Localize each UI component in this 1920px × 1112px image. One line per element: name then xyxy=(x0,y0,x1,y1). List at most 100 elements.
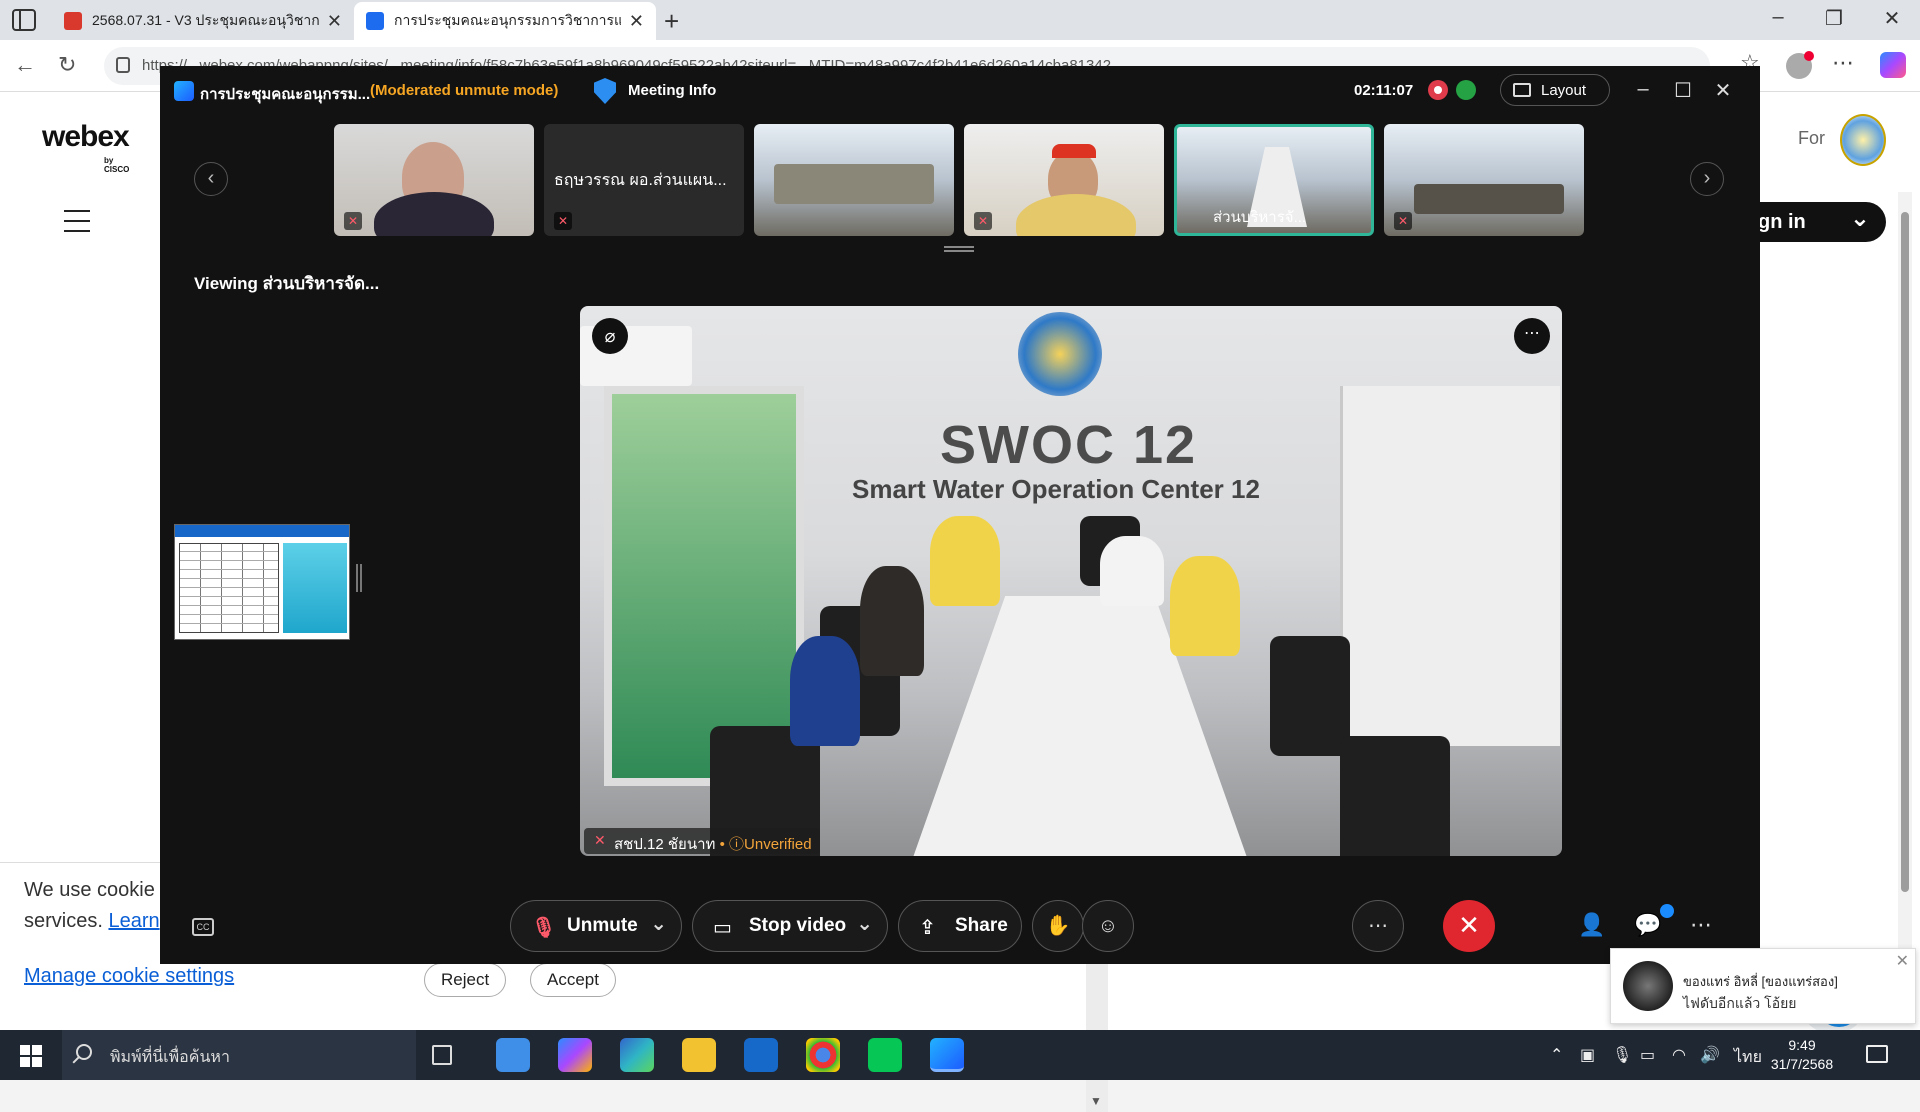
participant-name: ส่วนบริหารจั... xyxy=(1213,209,1307,226)
chat-icon[interactable]: 💬 xyxy=(1634,912,1661,938)
cisco-sublogo: by CISCO xyxy=(104,156,130,174)
tab-webex-meeting[interactable]: การประชุมคณะอนุกรรมการวิชาการและ ✕ xyxy=(354,2,656,40)
wifi-icon[interactable]: ◠ xyxy=(1672,1045,1686,1065)
store-app-icon[interactable] xyxy=(496,1038,530,1072)
reject-button[interactable]: Reject xyxy=(424,963,507,997)
accept-button[interactable]: Accept xyxy=(530,963,616,997)
more-menu-icon[interactable]: ⋯ xyxy=(1832,50,1854,76)
unmute-button[interactable]: 🎙 Unmute ⌄ xyxy=(510,900,682,952)
participant-thumbnail[interactable]: ✕ xyxy=(334,124,534,236)
edge-app-icon[interactable] xyxy=(620,1038,654,1072)
main-video-stage[interactable]: SWOC 12 Smart Water Operation Center 12 … xyxy=(580,306,1562,856)
layout-button[interactable]: Layout xyxy=(1500,74,1610,106)
wall-sign-title: SWOC 12 xyxy=(940,415,1198,475)
share-icon: ⇪ xyxy=(919,917,936,939)
active-speaker-label: ✕ สชป.12 ชัยนาท • ⓘUnverified xyxy=(584,828,820,854)
menu-icon[interactable] xyxy=(64,210,90,240)
tab-title: การประชุมคณะอนุกรรมการวิชาการและ xyxy=(394,12,621,28)
tab-close-icon[interactable]: ✕ xyxy=(629,11,644,32)
room-table xyxy=(774,164,934,204)
webex-app-icon xyxy=(174,81,194,101)
new-tab-button[interactable]: + xyxy=(664,6,679,37)
participant-body xyxy=(374,192,494,236)
meeting-info-button[interactable]: Meeting Info xyxy=(628,82,716,99)
sign-in-button[interactable]: gn in xyxy=(1740,202,1886,242)
shared-content-thumbnail[interactable] xyxy=(174,524,350,640)
taskbar-search[interactable]: พิมพ์ที่นี่เพื่อค้นหา xyxy=(62,1030,416,1080)
strip-prev-button[interactable]: ‹ xyxy=(194,162,228,196)
copilot-icon[interactable] xyxy=(1880,52,1906,78)
back-icon[interactable]: ← xyxy=(14,52,36,78)
wall-emblem xyxy=(1018,312,1102,396)
language-indicator[interactable]: ไทย xyxy=(1734,1045,1762,1070)
webex-meeting-window: การประชุมคณะอนุกรรม... (Moderated unmute… xyxy=(160,66,1760,964)
recording-icon[interactable] xyxy=(1428,80,1448,100)
video-more-options-icon[interactable]: ⋯ xyxy=(1514,318,1550,354)
stop-video-button[interactable]: ▭ Stop video ⌄ xyxy=(692,900,888,952)
tab-pdf-document[interactable]: 2568.07.31 - V3 ประชุมคณะอนุวิชาการ ✕ xyxy=(52,2,354,40)
reactions-button[interactable]: ☺ xyxy=(1082,900,1134,952)
strip-next-button[interactable]: › xyxy=(1690,162,1724,196)
viewing-label: Viewing ส่วนบริหารจัด... xyxy=(194,274,380,293)
battery-icon[interactable]: ▭ xyxy=(1640,1045,1655,1065)
shield-icon[interactable] xyxy=(594,78,616,104)
line-app-icon[interactable] xyxy=(868,1038,902,1072)
tab-actions-icon[interactable] xyxy=(12,9,36,31)
reload-icon[interactable]: ↻ xyxy=(58,52,76,78)
webex-app-icon[interactable] xyxy=(930,1038,964,1072)
participant-thumbnail[interactable]: ธฤษวรรณ ผอ.ส่วนแผน... ✕ xyxy=(544,124,744,236)
participant-thumbnail[interactable]: ✕ xyxy=(1384,124,1584,236)
participant-name: สชป.12 ชัยนาท xyxy=(614,836,716,853)
toast-message: ไฟดับอีกแล้ว โอ้ยย xyxy=(1683,995,1797,1011)
meeting-maximize-button[interactable]: ☐ xyxy=(1668,78,1698,103)
sender-name: ของแทร่ อิหลี่ [ของแทร่สอง] xyxy=(1683,974,1838,989)
close-window-button[interactable]: ✕ xyxy=(1872,6,1912,31)
person-blue-shirt xyxy=(790,636,860,746)
leave-meeting-button[interactable]: ✕ xyxy=(1443,900,1495,952)
participant-thumbnail-active[interactable]: ส่วนบริหารจั... xyxy=(1174,124,1374,236)
more-options-button[interactable]: ⋯ xyxy=(1352,900,1404,952)
show-hidden-icons[interactable]: ⌃ xyxy=(1550,1045,1563,1065)
closed-captions-button[interactable]: CC xyxy=(192,918,214,936)
person-yellow-shirt xyxy=(930,516,1000,606)
maximize-button[interactable]: ❐ xyxy=(1814,6,1854,31)
unpin-icon[interactable]: ⌀ xyxy=(592,318,628,354)
chat-toast-notification[interactable]: ของแทร่ อิหลี่ [ของแทร่สอง] ไฟดับอีกแล้ว… xyxy=(1610,948,1916,1024)
unmute-mode-label: (Moderated unmute mode) xyxy=(370,82,559,99)
raise-hand-button[interactable]: ✋ xyxy=(1032,900,1084,952)
share-button[interactable]: ⇪ Share xyxy=(898,900,1022,952)
manage-cookie-link[interactable]: Manage cookie settings xyxy=(24,965,234,988)
taskbar-clock[interactable]: 9:49 31/7/2568 xyxy=(1762,1036,1842,1074)
strip-resize-handle[interactable] xyxy=(944,246,974,252)
muted-mic-icon: ✕ xyxy=(594,832,606,848)
minimize-button[interactable]: – xyxy=(1758,6,1798,29)
tab-close-icon[interactable]: ✕ xyxy=(327,11,342,32)
share-resize-handle[interactable] xyxy=(356,564,362,592)
copilot-app-icon[interactable] xyxy=(558,1038,592,1072)
muted-mic-icon: ✕ xyxy=(344,212,362,230)
participant-thumbnail[interactable]: ✕ xyxy=(964,124,1164,236)
meet-now-icon[interactable]: ▣ xyxy=(1580,1045,1595,1065)
page-scrollbar[interactable] xyxy=(1898,192,1912,982)
toast-close-icon[interactable]: ✕ xyxy=(1896,951,1909,971)
learn-more-link[interactable]: Learn xyxy=(108,910,159,932)
start-button[interactable] xyxy=(20,1045,42,1067)
meeting-title: การประชุมคณะอนุกรรม... xyxy=(200,86,371,103)
participant-thumbnail[interactable] xyxy=(754,124,954,236)
file-explorer-icon[interactable] xyxy=(682,1038,716,1072)
more-panels-icon[interactable]: ⋯ xyxy=(1690,912,1712,938)
network-health-icon[interactable] xyxy=(1456,80,1476,100)
outlook-app-icon[interactable] xyxy=(744,1038,778,1072)
volume-icon[interactable]: 🔊 xyxy=(1700,1045,1720,1065)
chevron-down-icon[interactable]: ⌄ xyxy=(856,911,873,936)
profile-avatar[interactable] xyxy=(1786,51,1814,79)
task-view-icon[interactable] xyxy=(432,1045,452,1065)
microphone-icon[interactable]: 🎙 xyxy=(1612,1045,1632,1065)
muted-mic-icon: ✕ xyxy=(554,212,572,230)
meeting-close-button[interactable]: ✕ xyxy=(1708,78,1738,103)
notification-center-icon[interactable] xyxy=(1866,1045,1888,1063)
participants-icon[interactable]: 👤 xyxy=(1578,912,1605,938)
chevron-down-icon[interactable]: ⌄ xyxy=(650,911,667,936)
meeting-minimize-button[interactable]: – xyxy=(1628,78,1658,101)
chrome-app-icon[interactable] xyxy=(806,1038,840,1072)
